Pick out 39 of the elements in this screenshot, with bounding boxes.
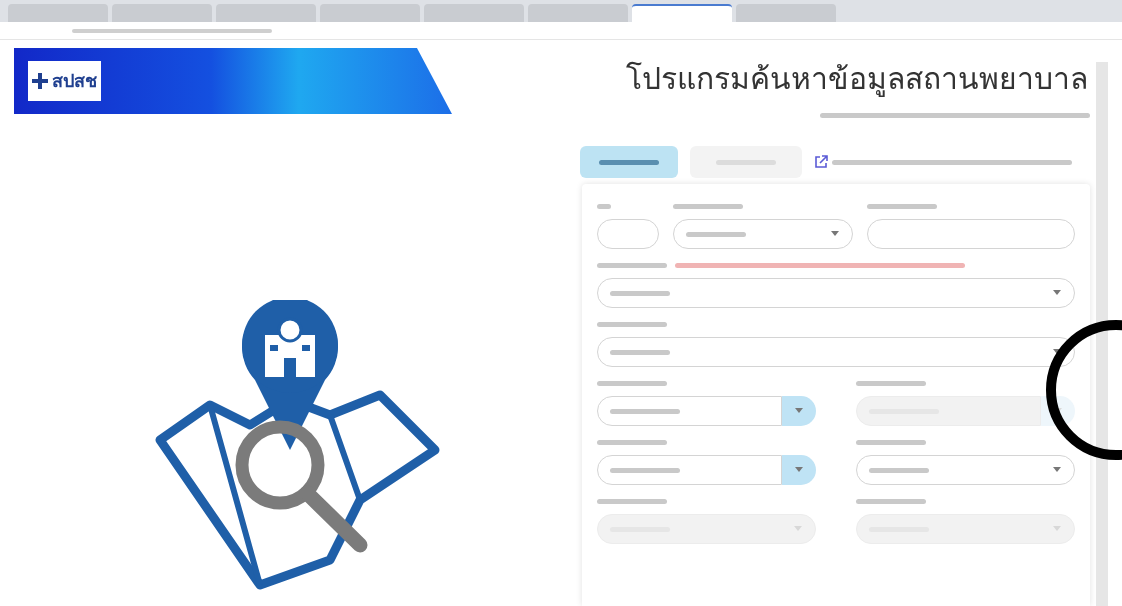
- illegible-text: [597, 381, 667, 386]
- illegible-text: [869, 467, 929, 473]
- input-field[interactable]: [597, 219, 659, 249]
- illegible-text: [856, 440, 926, 445]
- illegible-text: [597, 499, 667, 504]
- illegible-text: [686, 231, 746, 237]
- tab[interactable]: [690, 146, 802, 178]
- illegible-text: [610, 467, 680, 473]
- select-field[interactable]: [673, 219, 853, 249]
- select-field[interactable]: [597, 455, 782, 485]
- illegible-text: [597, 322, 667, 327]
- illegible-text: [867, 204, 937, 209]
- illegible-text: [597, 263, 667, 268]
- logo-text: สปสช: [52, 69, 97, 93]
- chevron-down-icon: [1052, 289, 1062, 297]
- illegible-text: [610, 349, 670, 355]
- select-field[interactable]: [597, 396, 782, 426]
- illegible-text: [856, 381, 926, 386]
- browser-tab[interactable]: [632, 4, 732, 22]
- select-field[interactable]: [597, 337, 1075, 367]
- chevron-down-icon: [830, 230, 840, 238]
- page-title: โปรแกรมค้นหาข้อมูลสถานพยาบาล: [626, 60, 1088, 99]
- illegible-text: [856, 499, 926, 504]
- select-field[interactable]: [856, 455, 1075, 485]
- illegible-text: [673, 204, 743, 209]
- chevron-down-icon: [1052, 466, 1062, 474]
- chevron-down-icon: [1052, 525, 1062, 533]
- external-link-icon: [814, 155, 828, 169]
- select-field[interactable]: [597, 278, 1075, 308]
- illegible-text: [597, 440, 667, 445]
- input-field[interactable]: [867, 219, 1075, 249]
- chevron-down-icon: [794, 407, 804, 415]
- illegible-text: [610, 408, 680, 414]
- illegible-text: [610, 290, 670, 296]
- tab[interactable]: [580, 146, 678, 178]
- illegible-text: [597, 204, 611, 209]
- chevron-down-icon: [793, 525, 803, 533]
- cross-logo-icon: [32, 73, 48, 89]
- chevron-down-icon: [794, 466, 804, 474]
